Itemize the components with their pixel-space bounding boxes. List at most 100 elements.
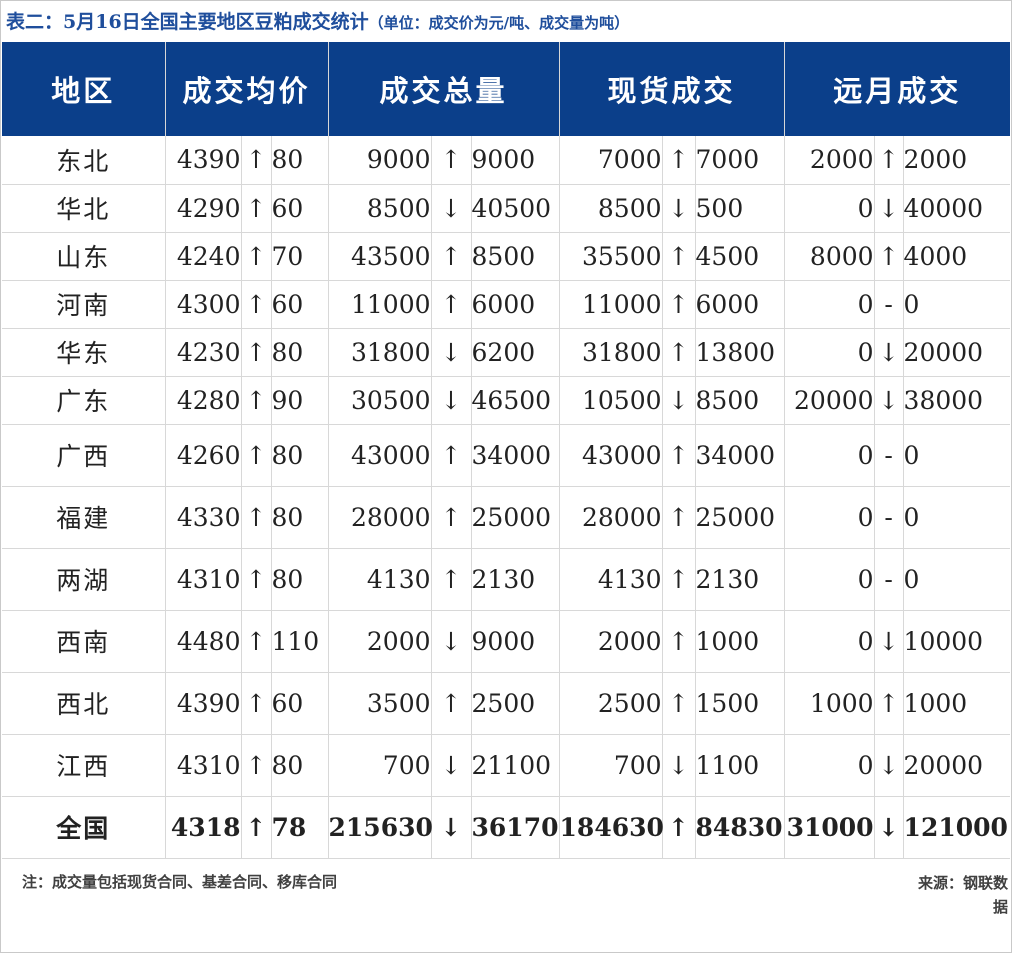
- arrow-down-icon: ↓: [874, 610, 904, 673]
- table-row: 西北 4390 ↑ 60 3500 ↑ 2500 2500 ↑ 1500 1000 ↑ 1000: [2, 672, 1011, 735]
- forward-value-cell: 0: [784, 486, 875, 549]
- total-change-cell: 36170: [471, 796, 560, 859]
- region-cell: 广东: [2, 376, 166, 425]
- spot-change-cell: 7000: [695, 136, 785, 185]
- header-row: 地区 成交均价 成交总量 现货成交 远月成交: [2, 42, 1011, 136]
- spot-value-cell: 184630: [559, 796, 664, 859]
- region-cell: 全国: [2, 796, 166, 859]
- arrow-down-icon: ↓: [431, 734, 472, 797]
- arrow-up-icon: ↑: [241, 734, 272, 797]
- region-cell: 西南: [2, 610, 166, 673]
- total-value-cell: 8500: [328, 184, 432, 233]
- source-note: 来源：钢联数据: [918, 874, 1009, 916]
- arrow-down-icon: ↓: [662, 734, 696, 797]
- forward-value-cell: 8000: [784, 232, 875, 281]
- spot-value-cell: 7000: [559, 136, 663, 185]
- caption-unit-note: （单位：成交价为元/吨、成交量为吨）: [368, 14, 630, 32]
- forward-change-cell: 20000: [903, 328, 1011, 377]
- arrow-up-icon: ↑: [241, 424, 272, 487]
- total-change-cell: 2130: [471, 548, 560, 611]
- arrow-down-icon: ↓: [874, 328, 904, 377]
- table-row: 山东 4240 ↑ 70 43500 ↑ 8500 35500 ↑ 4500 8000 ↑ 4000: [2, 232, 1011, 281]
- arrow-up-icon: ↑: [874, 672, 904, 735]
- spot-value-cell: 8500: [559, 184, 663, 233]
- arrow-up-icon: ↑: [431, 486, 472, 549]
- price-value-cell: 4280: [165, 376, 242, 425]
- spot-change-cell: 1100: [695, 734, 785, 797]
- caption-title: 表二：5月16日全国主要地区豆粕成交统计: [6, 11, 369, 33]
- spot-change-cell: 1500: [695, 672, 785, 735]
- price-change-cell: 78: [271, 796, 329, 859]
- forward-change-cell: 10000: [903, 610, 1011, 673]
- price-change-cell: 60: [271, 672, 329, 735]
- forward-change-cell: 40000: [903, 184, 1011, 233]
- price-change-cell: 80: [271, 548, 329, 611]
- region-cell: 河南: [2, 280, 166, 329]
- spot-change-cell: 1000: [695, 610, 785, 673]
- footnote: 注：成交量包括现货合同、基差合同、移库合同: [22, 873, 338, 891]
- price-value-cell: 4480: [165, 610, 242, 673]
- spot-change-cell: 34000: [695, 424, 785, 487]
- arrow-down-icon: ↓: [874, 734, 904, 797]
- arrow-up-icon: ↑: [662, 328, 696, 377]
- forward-value-cell: 0: [784, 548, 875, 611]
- forward-value-cell: 0: [784, 610, 875, 673]
- table-row: 福建 4330 ↑ 80 28000 ↑ 25000 28000 ↑ 25000 0-0: [2, 486, 1011, 549]
- total-value-cell: 2000: [328, 610, 432, 673]
- price-value-cell: 4390: [165, 136, 242, 185]
- total-change-cell: 6000: [471, 280, 560, 329]
- arrow-down-icon: ↓: [662, 376, 696, 425]
- spot-value-cell: 28000: [559, 486, 663, 549]
- total-row: 全国 4318 ↑ 78 215630 ↓ 36170 184630 ↑ 84830 31000 ↓ 1…: [2, 796, 1011, 859]
- region-cell: 东北: [2, 136, 166, 185]
- forward-value-cell: 1000: [784, 672, 875, 735]
- price-change-cell: 60: [271, 184, 329, 233]
- arrow-up-icon: ↑: [662, 424, 696, 487]
- table-row: 东北 4390 ↑ 80 9000 ↑ 9000 7000 ↑ 7000 2000 ↑ 2000: [2, 136, 1011, 185]
- price-value-cell: 4300: [165, 280, 242, 329]
- price-change-cell: 80: [271, 734, 329, 797]
- region-cell: 华东: [2, 328, 166, 377]
- spot-change-cell: 13800: [695, 328, 785, 377]
- price-value-cell: 4310: [165, 734, 242, 797]
- total-value-cell: 30500: [328, 376, 432, 425]
- price-change-cell: 110: [271, 610, 329, 673]
- arrow-up-icon: ↑: [241, 328, 272, 377]
- total-value-cell: 215630: [328, 796, 433, 859]
- total-change-cell: 34000: [471, 424, 560, 487]
- arrow-up-icon: ↑: [241, 232, 272, 281]
- spot-value-cell: 2500: [559, 672, 663, 735]
- spot-value-cell: 11000: [559, 280, 663, 329]
- spot-change-cell: 25000: [695, 486, 785, 549]
- arrow-up-icon: ↑: [662, 796, 696, 859]
- forward-value-cell: 0: [784, 280, 875, 329]
- header-total-volume: 成交总量: [328, 42, 560, 136]
- region-cell: 华北: [2, 184, 166, 233]
- spot-change-cell: 84830: [695, 796, 785, 859]
- spot-change-cell: 4500: [695, 232, 785, 281]
- arrow-up-icon: ↑: [241, 610, 272, 673]
- spot-value-cell: 35500: [559, 232, 663, 281]
- arrow-up-icon: ↑: [874, 136, 904, 185]
- arrow-up-icon: ↑: [241, 376, 272, 425]
- price-value-cell: 4240: [165, 232, 242, 281]
- arrow-up-icon: ↑: [662, 610, 696, 673]
- arrow-up-icon: ↑: [241, 672, 272, 735]
- table-caption: 表二：5月16日全国主要地区豆粕成交统计（单位：成交价为元/吨、成交量为吨）: [6, 7, 629, 37]
- arrow-up-icon: ↑: [241, 184, 272, 233]
- arrow-down-icon: ↓: [431, 376, 472, 425]
- total-value-cell: 4130: [328, 548, 432, 611]
- arrow-down-icon: ↓: [431, 610, 472, 673]
- total-value-cell: 9000: [328, 136, 432, 185]
- table-row: 西南 4480 ↑ 110 2000 ↓ 9000 2000 ↑ 1000 0 ↓ 10000: [2, 610, 1011, 673]
- forward-change-cell: 1000: [903, 672, 1011, 735]
- table-row: 华北 4290 ↑ 60 8500 ↓ 40500 8500 ↓ 500 0 ↓ 40000: [2, 184, 1011, 233]
- header-spot-volume: 现货成交: [559, 42, 785, 136]
- region-cell: 广西: [2, 424, 166, 487]
- region-cell: 西北: [2, 672, 166, 735]
- price-change-cell: 90: [271, 376, 329, 425]
- total-change-cell: 9000: [471, 610, 560, 673]
- spot-change-cell: 2130: [695, 548, 785, 611]
- arrow-up-icon: ↑: [431, 136, 472, 185]
- header-region: 地区: [2, 42, 166, 136]
